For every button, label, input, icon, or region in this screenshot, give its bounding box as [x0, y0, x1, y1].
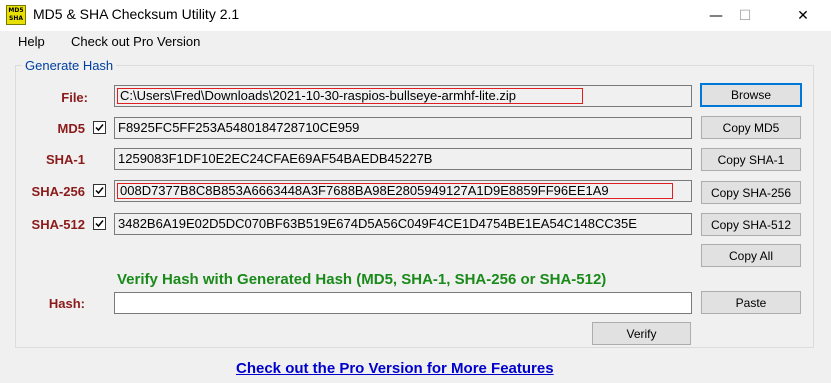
copy-sha256-button[interactable]: Copy SHA-256 [701, 181, 801, 204]
md5-hash-field[interactable]: F8925FC5FF253A5480184728710CE959 [114, 117, 692, 139]
file-path-field[interactable]: C:\Users\Fred\Downloads\2021-10-30-raspi… [114, 85, 692, 107]
close-icon: ✕ [797, 7, 809, 24]
browse-button[interactable]: Browse [700, 83, 802, 107]
file-path-value: C:\Users\Fred\Downloads\2021-10-30-raspi… [117, 88, 583, 104]
md5-label: MD5 [57, 121, 85, 136]
sha256-label: SHA-256 [31, 184, 85, 199]
checkmark-icon [95, 187, 104, 195]
pro-version-link[interactable]: Check out the Pro Version for More Featu… [236, 360, 554, 377]
hash-input[interactable] [114, 292, 692, 314]
sha512-hash-field[interactable]: 3482B6A19E02D5DC070BF63B519E674D5A56C049… [114, 213, 692, 235]
maximize-icon: ☐ [738, 7, 752, 24]
file-label: File: [61, 90, 88, 105]
verify-button[interactable]: Verify [592, 322, 691, 345]
app-icon-text-bottom: SHA [9, 15, 23, 22]
app-icon: MD5 SHA [6, 5, 26, 25]
sha512-checkbox[interactable] [93, 217, 106, 230]
verify-heading: Verify Hash with Generated Hash (MD5, SH… [117, 271, 607, 288]
group-title: Generate Hash [22, 58, 117, 73]
md5-checkbox[interactable] [93, 121, 106, 134]
app-icon-text-top: MD5 [8, 7, 24, 14]
maximize-button[interactable]: ☐ [722, 0, 768, 31]
menu-pro-version[interactable]: Check out Pro Version [71, 34, 200, 49]
copy-all-button[interactable]: Copy All [701, 244, 801, 267]
copy-md5-button[interactable]: Copy MD5 [701, 116, 801, 139]
sha256-checkbox[interactable] [93, 184, 106, 197]
checkmark-icon [95, 220, 104, 228]
minimize-icon: — [709, 7, 723, 24]
window-title: MD5 & SHA Checksum Utility 2.1 [33, 6, 240, 22]
close-button[interactable]: ✕ [780, 0, 826, 31]
sha256-hash-field[interactable]: 008D7377B8C8B853A6663448A3F7688BA98E2805… [114, 180, 692, 202]
sha512-label: SHA-512 [31, 217, 85, 232]
sha256-hash-value: 008D7377B8C8B853A6663448A3F7688BA98E2805… [117, 183, 673, 199]
sha1-label: SHA-1 [45, 152, 85, 167]
paste-button[interactable]: Paste [701, 291, 801, 314]
copy-sha512-button[interactable]: Copy SHA-512 [701, 213, 801, 236]
menu-help[interactable]: Help [18, 34, 45, 49]
copy-sha1-button[interactable]: Copy SHA-1 [701, 148, 801, 171]
sha1-hash-field[interactable]: 1259083F1DF10E2EC24CFAE69AF54BAEDB45227B [114, 148, 692, 170]
checkmark-icon [95, 124, 104, 132]
hash-label: Hash: [48, 296, 85, 311]
